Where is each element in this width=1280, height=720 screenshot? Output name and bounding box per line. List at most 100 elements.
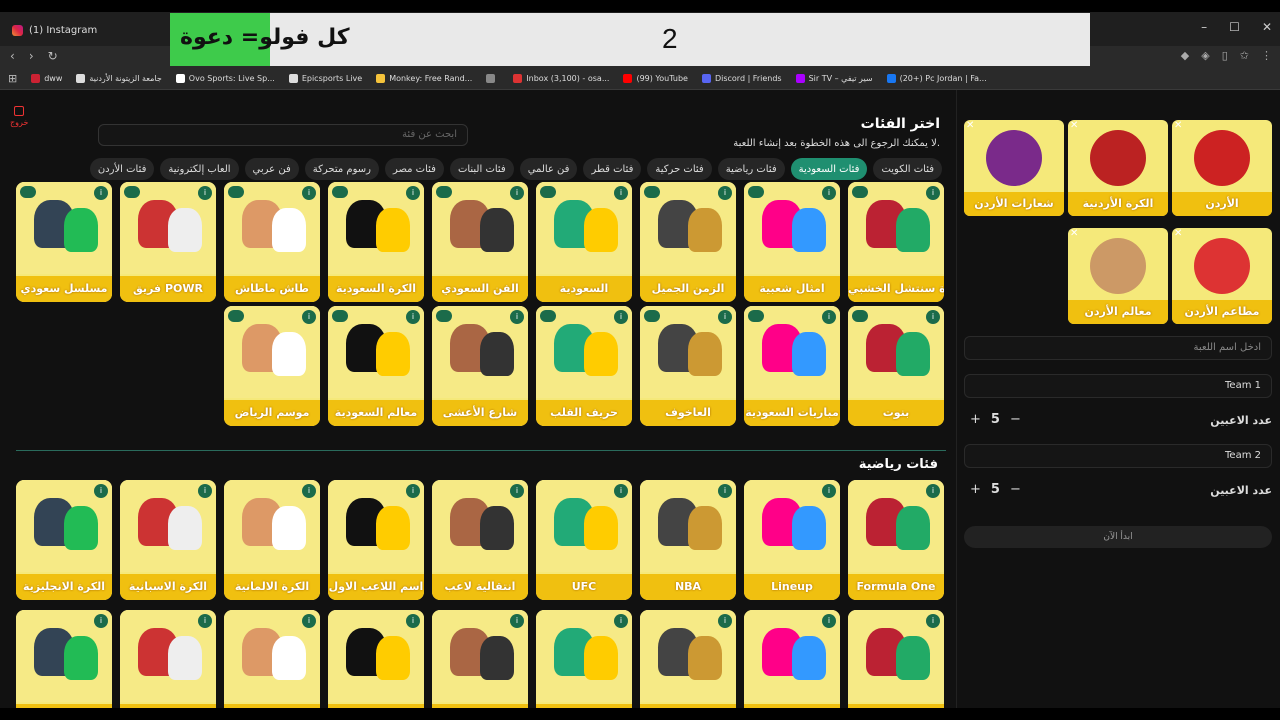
category-card[interactable]: i الكرة الالمانية	[224, 480, 320, 600]
category-card[interactable]: i طاش ماطاش	[224, 182, 320, 302]
info-icon[interactable]: i	[614, 614, 628, 628]
category-card[interactable]: i	[848, 610, 944, 708]
star-icon[interactable]: ✩	[1240, 49, 1249, 62]
category-card[interactable]: i معالم السعودية	[328, 306, 424, 426]
info-icon[interactable]: i	[614, 186, 628, 200]
category-card[interactable]: i	[120, 610, 216, 708]
category-chip[interactable]: رسوم متحركة	[304, 158, 379, 180]
info-icon[interactable]: i	[406, 614, 420, 628]
category-card[interactable]: i Formula One	[848, 480, 944, 600]
category-chip[interactable]: فئات قطر	[583, 158, 642, 180]
info-icon[interactable]: i	[406, 484, 420, 498]
reload-icon[interactable]: ↻	[48, 49, 58, 63]
category-card[interactable]: i الزمن الجميل	[640, 182, 736, 302]
category-card[interactable]: i السعودية	[536, 182, 632, 302]
bookmark-item[interactable]: Discord | Friends	[701, 74, 782, 83]
bookmark-item[interactable]: (20+) Pc Jordan | Fa...	[886, 74, 987, 83]
remove-icon[interactable]: ✕	[1174, 120, 1182, 131]
info-icon[interactable]: i	[198, 614, 212, 628]
category-card[interactable]: i UFC	[536, 480, 632, 600]
info-icon[interactable]: i	[302, 484, 316, 498]
category-card[interactable]: i	[328, 610, 424, 708]
info-icon[interactable]: i	[302, 310, 316, 324]
info-icon[interactable]: i	[302, 186, 316, 200]
info-icon[interactable]: i	[718, 484, 732, 498]
info-icon[interactable]: i	[94, 484, 108, 498]
category-chip[interactable]: العاب إلكترونية	[160, 158, 239, 180]
info-icon[interactable]: i	[926, 310, 940, 324]
minus-icon[interactable]: −	[1010, 482, 1021, 497]
category-search-input[interactable]: ابحث عن فئة	[98, 124, 468, 146]
team2-players-stepper[interactable]: + 5 −	[970, 482, 1021, 497]
game-name-input[interactable]: ادخل اسم اللعبة	[964, 336, 1272, 360]
info-icon[interactable]: i	[614, 484, 628, 498]
info-icon[interactable]: i	[718, 614, 732, 628]
info-icon[interactable]: i	[302, 614, 316, 628]
remove-icon[interactable]: ✕	[966, 120, 974, 131]
bookmark-item[interactable]: Epicsports Live	[288, 74, 362, 83]
exit-button[interactable]: خروج	[10, 106, 28, 127]
close-button[interactable]: ✕	[1262, 20, 1272, 34]
selected-category-card[interactable]: ✕ الأردن	[1172, 120, 1272, 216]
category-card[interactable]: i الكرة الاسبانية	[120, 480, 216, 600]
category-chip[interactable]: فن عربي	[244, 158, 299, 180]
forward-icon[interactable]: ›	[29, 49, 34, 63]
category-chip[interactable]: فئات رياضية	[717, 158, 785, 180]
category-card[interactable]: i	[536, 610, 632, 708]
category-card[interactable]: i	[640, 610, 736, 708]
category-card[interactable]: i انتقالية لاعب	[432, 480, 528, 600]
team2-name-input[interactable]: Team 2	[964, 444, 1272, 468]
selected-category-card[interactable]: ✕ الكرة الأردنية	[1068, 120, 1168, 216]
bookmark-item[interactable]: Inbox (3,100) - osa...	[513, 74, 609, 83]
category-card[interactable]: i امثال شعبية	[744, 182, 840, 302]
info-icon[interactable]: i	[198, 186, 212, 200]
info-icon[interactable]: i	[926, 484, 940, 498]
category-card[interactable]: i الفن السعودي	[432, 182, 528, 302]
info-icon[interactable]: i	[94, 614, 108, 628]
category-chip[interactable]: فن عالمي	[519, 158, 578, 180]
remove-icon[interactable]: ✕	[1174, 228, 1182, 239]
category-card[interactable]: i Lineup	[744, 480, 840, 600]
team1-players-stepper[interactable]: + 5 −	[970, 412, 1021, 427]
category-chip[interactable]: فئات الكويت	[873, 158, 942, 180]
minus-icon[interactable]: −	[1010, 412, 1021, 427]
category-card[interactable]: i الكرة الانجليزية	[16, 480, 112, 600]
bookmark-item[interactable]: Ovo Sports: Live Sp...	[175, 74, 275, 83]
category-card[interactable]: i فريق POWR	[120, 182, 216, 302]
bookmark-item[interactable]: (99) YouTube	[623, 74, 688, 83]
info-icon[interactable]: i	[718, 186, 732, 200]
category-card[interactable]: i NBA	[640, 480, 736, 600]
info-icon[interactable]: i	[926, 614, 940, 628]
category-card[interactable]: i اسم اللاعب الاول	[328, 480, 424, 600]
info-icon[interactable]: i	[822, 614, 836, 628]
category-chip[interactable]: فئات مصر	[384, 158, 444, 180]
selected-category-card[interactable]: ✕ شعارات الأردن	[964, 120, 1064, 216]
info-icon[interactable]: i	[718, 310, 732, 324]
minimize-button[interactable]: –	[1201, 20, 1207, 34]
category-card[interactable]: i	[744, 610, 840, 708]
category-card[interactable]: i	[224, 610, 320, 708]
selected-category-card[interactable]: ✕ معالم الأردن	[1068, 228, 1168, 324]
info-icon[interactable]: i	[510, 484, 524, 498]
apps-icon[interactable]: ⊞	[8, 72, 17, 85]
category-card[interactable]: i الكرة السعودية	[328, 182, 424, 302]
selected-category-card[interactable]: ✕ مطاعم الأردن	[1172, 228, 1272, 324]
info-icon[interactable]: i	[510, 614, 524, 628]
puzzle-icon[interactable]: ◈	[1201, 49, 1209, 62]
info-icon[interactable]: i	[510, 186, 524, 200]
category-chip[interactable]: فئات حركية	[647, 158, 712, 180]
team1-name-input[interactable]: Team 1	[964, 374, 1272, 398]
category-chip[interactable]: فئات البنات	[449, 158, 514, 180]
info-icon[interactable]: i	[822, 310, 836, 324]
category-card[interactable]: i مسلسل سعودي	[16, 182, 112, 302]
info-icon[interactable]: i	[406, 186, 420, 200]
info-icon[interactable]: i	[822, 484, 836, 498]
start-game-button[interactable]: ابدأ الآن	[964, 526, 1272, 548]
bookmark-item[interactable]: dww	[31, 74, 62, 83]
category-card[interactable]: i بنوت	[848, 306, 944, 426]
tab-instagram[interactable]: (1) Instagram	[4, 18, 105, 42]
category-card[interactable]: i موسم الرياض	[224, 306, 320, 426]
remove-icon[interactable]: ✕	[1070, 120, 1078, 131]
category-card[interactable]: i سورة سنتشل الخشبي	[848, 182, 944, 302]
bookmark-item[interactable]: Monkey: Free Rand...	[376, 74, 472, 83]
